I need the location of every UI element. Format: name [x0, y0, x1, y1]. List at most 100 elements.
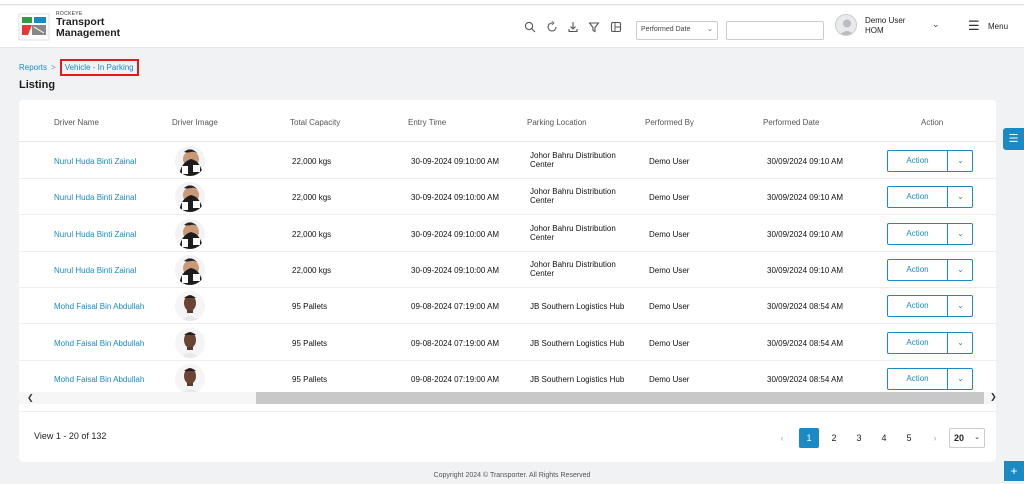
action-button[interactable]: Action	[888, 368, 948, 389]
driver-name-link[interactable]: Nurul Huda Binti Zainal	[54, 157, 136, 166]
performed-date: 30/09/2024 08:54 AM	[767, 302, 844, 312]
action-button[interactable]: Action	[888, 223, 948, 244]
breadcrumb-reports[interactable]: Reports	[19, 63, 47, 72]
entry-time: 30-09-2024 09:10:00 AM	[411, 157, 500, 166]
table-row: Mohd Faisal Bin Abdullah 95 Pallets 09-08-…	[19, 325, 996, 361]
column-performed-by[interactable]: Performed By	[645, 118, 694, 127]
date-range-input[interactable]	[726, 21, 824, 40]
driver-name-link[interactable]: Nurul Huda Binti Zainal	[54, 266, 136, 275]
column-driver-name[interactable]: Driver Name	[54, 118, 99, 127]
performed-by: Demo User	[649, 338, 690, 348]
parking-location: JB Southern Logistics Hub	[530, 338, 625, 348]
page-4[interactable]: 4	[876, 428, 892, 448]
column-total-capacity[interactable]: Total Capacity	[290, 118, 340, 127]
performed-by: Demo User	[649, 229, 690, 239]
page-5[interactable]: 5	[901, 428, 917, 448]
action-button[interactable]: Action	[888, 187, 948, 208]
driver-name-link[interactable]: Mohd Faisal Bin Abdullah	[54, 339, 144, 348]
performed-by: Demo User	[649, 302, 690, 312]
entry-time: 30-09-2024 09:10:00 AM	[411, 265, 500, 275]
action-button[interactable]: Action	[888, 151, 948, 171]
table-row: Mohd Faisal Bin Abdullah 95 Pallets 09-08-…	[19, 288, 996, 325]
chevron-down-icon: ⌄	[707, 26, 713, 33]
entry-time: 09-08-2024 07:19:00 AM	[411, 338, 500, 348]
page-size-select[interactable]: 20 ⌄	[949, 428, 985, 448]
entry-time: 09-08-2024 07:19:00 AM	[411, 374, 500, 384]
page-1[interactable]: 1	[799, 428, 819, 448]
scrollbar-thumb[interactable]	[256, 392, 984, 404]
total-capacity: 22,000 kgs	[292, 193, 332, 203]
brand-logo	[18, 13, 50, 41]
total-capacity: 22,000 kgs	[292, 157, 332, 166]
chevron-down-icon[interactable]: ⌄	[949, 260, 972, 280]
entry-time: 09-08-2024 07:19:00 AM	[411, 302, 500, 312]
view-count: View 1 - 20 of 132	[34, 431, 107, 441]
chevron-down-icon[interactable]: ⌄	[949, 369, 972, 389]
driver-name-link[interactable]: Nurul Huda Binti Zainal	[54, 193, 136, 202]
chevron-down-icon: ⌄	[974, 434, 980, 441]
menu-label[interactable]: Menu	[988, 22, 1008, 31]
action-button-group: Action ⌄	[887, 331, 973, 354]
column-action: Action	[921, 118, 944, 127]
column-driver-image[interactable]: Driver Image	[172, 118, 218, 127]
action-button[interactable]: Action	[888, 259, 948, 280]
chevron-down-icon[interactable]: ⌄	[932, 19, 940, 30]
driver-name-link[interactable]: Mohd Faisal Bin Abdullah	[54, 375, 144, 384]
chevron-down-icon[interactable]: ⌄	[949, 333, 972, 353]
driver-image	[175, 291, 205, 322]
chevron-down-icon[interactable]: ⌄	[949, 296, 972, 316]
performed-by: Demo User	[649, 374, 690, 384]
user-info[interactable]: Demo User HOM	[865, 16, 905, 36]
driver-image	[175, 218, 205, 249]
performed-date: 30/09/2024 09:10 AM	[767, 229, 844, 239]
total-capacity: 95 Pallets	[292, 374, 328, 384]
total-capacity: 95 Pallets	[292, 302, 328, 312]
chevron-down-icon[interactable]: ⌄	[949, 187, 972, 207]
column-parking-location[interactable]: Parking Location	[527, 118, 587, 127]
table-row: Nurul Huda Binti Zainal 22,000 kgs 30-09-2…	[19, 143, 996, 179]
download-icon[interactable]	[566, 21, 579, 34]
page-3[interactable]: 3	[851, 428, 867, 448]
driver-image	[175, 363, 205, 394]
driver-name-link[interactable]: Mohd Faisal Bin Abdullah	[54, 302, 144, 311]
prev-page-icon[interactable]: ‹	[776, 428, 788, 448]
date-filter-value: Performed Date	[641, 26, 691, 33]
search-icon[interactable]	[523, 21, 536, 34]
columns-icon[interactable]	[609, 21, 622, 34]
column-performed-date[interactable]: Performed Date	[763, 118, 819, 127]
column-entry-time[interactable]: Entry Time	[408, 118, 446, 127]
driver-name-link[interactable]: Nurul Huda Binti Zainal	[54, 230, 136, 239]
chevron-down-icon[interactable]: ⌄	[949, 224, 972, 244]
page-2[interactable]: 2	[826, 428, 842, 448]
avatar[interactable]	[835, 14, 857, 36]
listing-table: Driver Name Driver Image Total Capacity …	[19, 100, 996, 462]
horizontal-scrollbar[interactable]: ❮	[19, 392, 996, 404]
divider	[19, 411, 996, 412]
refresh-icon[interactable]	[545, 21, 558, 34]
scroll-left-icon[interactable]: ❮	[27, 393, 34, 402]
next-page-icon[interactable]: ›	[929, 428, 941, 448]
action-button-group: Action ⌄	[887, 222, 973, 245]
scroll-right-icon[interactable]: ❯	[990, 392, 997, 401]
action-button[interactable]: Action	[888, 332, 948, 353]
date-filter-select[interactable]: Performed Date ⌄	[636, 21, 718, 40]
parking-location: JB Southern Logistics Hub	[530, 302, 625, 312]
table-row: Nurul Huda Binti Zainal 22,000 kgs 30-09-2…	[19, 252, 996, 288]
parking-location: Johor Bahru Distribution Center	[530, 151, 616, 170]
copyright: Copyright 2024 © Transporter. All Rights…	[433, 472, 591, 479]
parking-location: Johor Bahru Distribution Center	[530, 223, 616, 242]
entry-time: 30-09-2024 09:10:00 AM	[411, 193, 500, 203]
chevron-down-icon[interactable]: ⌄	[949, 151, 972, 171]
brand-line-2: Management	[56, 27, 121, 40]
entry-time: 30-09-2024 09:10:00 AM	[411, 229, 500, 239]
driver-image	[175, 146, 205, 176]
filter-icon[interactable]	[587, 21, 600, 34]
top-strip	[0, 0, 1024, 5]
action-button[interactable]: Action	[888, 296, 948, 317]
performed-by: Demo User	[649, 193, 690, 203]
performed-by: Demo User	[649, 157, 690, 166]
sliders-icon[interactable]: ☰	[1003, 128, 1024, 150]
breadcrumb-separator: >	[51, 63, 56, 72]
hamburger-icon[interactable]: ☰	[968, 19, 980, 32]
breadcrumb-current[interactable]: Vehicle - In Parking	[59, 59, 139, 76]
